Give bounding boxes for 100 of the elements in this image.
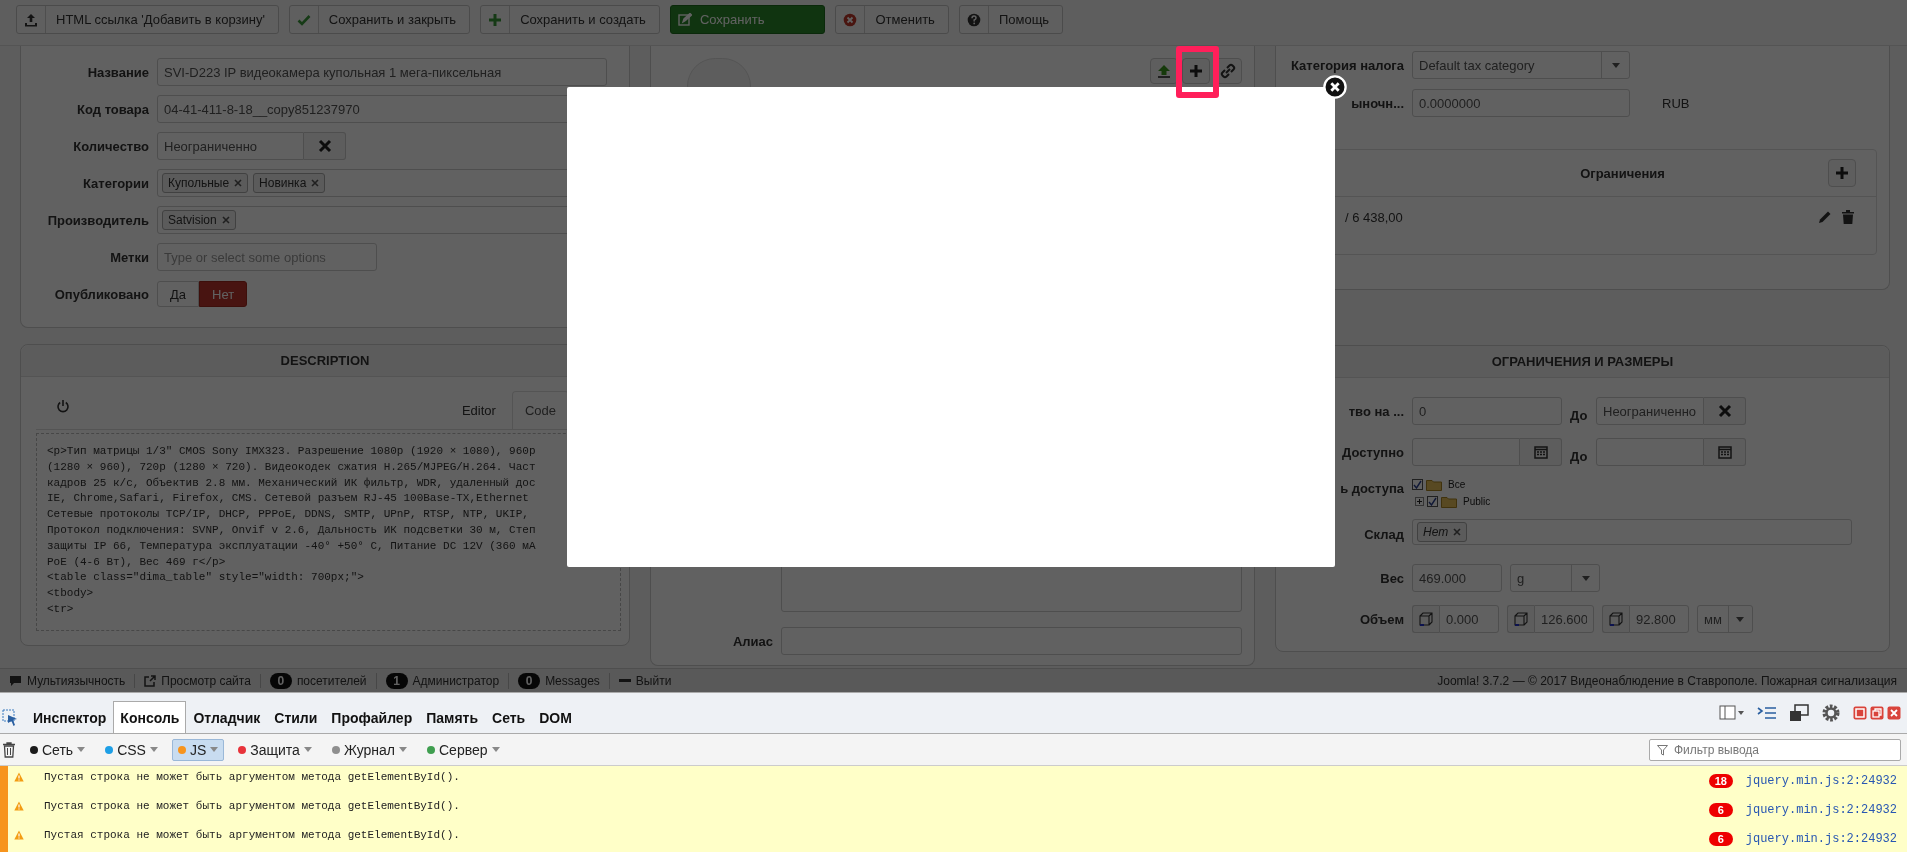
- quantity-field[interactable]: Неограниченно: [157, 132, 304, 160]
- devtools-tab[interactable]: Память: [419, 701, 486, 733]
- toolbar-button[interactable]: HTML ссылка 'Добавить в корзину': [16, 5, 279, 34]
- caret-icon: [491, 747, 500, 752]
- field-label: До: [1570, 407, 1588, 423]
- close-icon[interactable]: [1323, 75, 1347, 99]
- caret-icon: [303, 747, 312, 752]
- filter-button[interactable]: JS: [171, 738, 225, 761]
- editor-tab[interactable]: Editor: [445, 391, 512, 429]
- message-text: Пустая строка не может быть аргументом метода getElementById().: [44, 799, 461, 812]
- close-icon: [317, 139, 332, 153]
- field-label: Производитель: [46, 212, 149, 228]
- count-badge: 6: [1708, 832, 1733, 846]
- filter-button[interactable]: Сеть: [24, 738, 92, 761]
- toolbar-button[interactable]: Отменить: [835, 5, 949, 34]
- devtools-tab[interactable]: Консоль: [113, 701, 187, 733]
- field-label: Количество: [72, 138, 149, 154]
- table-cell-text: / 6 438,00: [1345, 209, 1404, 225]
- quantity-limit-field[interactable]: Неограниченно: [1596, 397, 1704, 425]
- field-label: Метки: [109, 249, 149, 265]
- weight-field[interactable]: 469.000: [1412, 564, 1502, 592]
- tags-field[interactable]: Нет: [1412, 519, 1852, 545]
- expand-icon[interactable]: [1415, 497, 1424, 506]
- text-field[interactable]: SVI-D223 IP видеокамера купольная 1 мега-пиксельная: [157, 58, 607, 86]
- devtools-tab[interactable]: DOM: [532, 701, 579, 733]
- split-console-icon[interactable]: [1757, 705, 1777, 721]
- status-link[interactable]: 1 Администратор: [376, 673, 510, 689]
- price-field[interactable]: 0.0000000: [1412, 89, 1630, 117]
- devtools-tab[interactable]: Отладчик: [186, 701, 268, 733]
- filter-button[interactable]: Защита: [232, 738, 318, 761]
- filter-button[interactable]: CSS: [99, 738, 164, 761]
- caret-icon: [210, 747, 219, 752]
- status-link[interactable]: 0 посетителей: [260, 673, 377, 689]
- unit-select[interactable]: g: [1510, 564, 1600, 592]
- calendar-button[interactable]: [1704, 438, 1746, 466]
- plus-icon: [1189, 64, 1203, 78]
- status-link[interactable]: Просмотр сайта: [135, 674, 261, 688]
- filter-field[interactable]: Фильтр вывода: [1649, 738, 1901, 761]
- toggle-option[interactable]: Да: [157, 281, 200, 307]
- pick-element-icon[interactable]: [2, 709, 18, 727]
- trash-icon[interactable]: [2, 741, 16, 758]
- tree-item-label: Public: [1463, 496, 1491, 507]
- source-link[interactable]: jquery.min.js:2:24932: [1745, 803, 1897, 817]
- checkbox[interactable]: [1412, 479, 1423, 490]
- pencil-icon[interactable]: [1818, 210, 1832, 224]
- upload-button[interactable]: [1150, 58, 1178, 84]
- toolbar-button[interactable]: Помощь: [958, 5, 1064, 34]
- power-icon[interactable]: [56, 399, 70, 413]
- unit-select[interactable]: мм: [1697, 605, 1753, 633]
- tag-chip[interactable]: Купольные: [162, 173, 249, 193]
- folder-icon: [1426, 478, 1442, 491]
- field-label: До: [1570, 448, 1588, 464]
- caret-icon: [399, 747, 407, 752]
- clear-button[interactable]: [1704, 397, 1746, 425]
- logout-link[interactable]: Выйти: [609, 674, 681, 688]
- toolbar-button[interactable]: Сохранить и закрыть: [288, 5, 471, 34]
- devtools-tab[interactable]: Сеть: [485, 701, 533, 733]
- message-text: Пустая строка не может быть аргументом метода getElementById().: [44, 770, 461, 783]
- window-icon[interactable]: [1789, 704, 1809, 722]
- layout-icon[interactable]: [1719, 705, 1745, 721]
- status-link[interactable]: Мультиязычность: [0, 674, 136, 688]
- tag-chip[interactable]: Нет: [1417, 522, 1468, 542]
- count-badge: 6: [1708, 803, 1733, 817]
- devtools-tab[interactable]: Профайлер: [324, 701, 420, 733]
- source-link[interactable]: jquery.min.js:2:24932: [1745, 832, 1897, 846]
- field-label: тво на ...: [1347, 403, 1404, 419]
- minimize-icon[interactable]: [1853, 706, 1867, 720]
- filter-button[interactable]: Журнал: [325, 738, 413, 761]
- tax-category-select[interactable]: Default tax category: [1412, 51, 1630, 79]
- folder-icon: [1441, 495, 1457, 508]
- source-link[interactable]: jquery.min.js:2:24932: [1745, 774, 1897, 788]
- editor-tab[interactable]: Code: [511, 391, 569, 429]
- tree-item-label: Все: [1448, 479, 1466, 490]
- currency-label: RUB: [1662, 95, 1690, 111]
- calendar-button[interactable]: [1520, 438, 1562, 466]
- add-button[interactable]: [1828, 159, 1856, 187]
- tag-chip[interactable]: Новинка: [253, 173, 326, 193]
- filter-button[interactable]: Сервер: [421, 738, 506, 761]
- dimension-field[interactable]: 126.600: [1534, 605, 1594, 633]
- caret-icon: [1736, 616, 1745, 622]
- toolbar-button[interactable]: Сохранить и создать: [480, 5, 660, 34]
- dimension-field[interactable]: 0.000: [1439, 605, 1499, 633]
- add-button[interactable]: [1182, 58, 1210, 84]
- funnel-icon: [1657, 744, 1668, 756]
- status-link[interactable]: 0 Messages: [509, 673, 610, 689]
- checkbox[interactable]: [1427, 496, 1438, 507]
- toolbar-button[interactable]: Сохранить: [669, 5, 826, 34]
- settings-icon[interactable]: [1821, 703, 1841, 723]
- field-label: Склад: [1363, 526, 1404, 542]
- cube-icon: [1609, 612, 1623, 626]
- restore-icon[interactable]: [1870, 706, 1884, 720]
- tag-chip[interactable]: Satvision: [162, 210, 236, 230]
- upload-icon: [1156, 63, 1172, 79]
- field-label: Категории: [81, 175, 149, 191]
- devtools-tab[interactable]: Стили: [267, 701, 325, 733]
- dimension-field[interactable]: 92.800: [1629, 605, 1689, 633]
- quantity-field[interactable]: 0: [1412, 397, 1562, 425]
- devtools-tab[interactable]: Инспектор: [26, 701, 114, 733]
- toggle-option[interactable]: Нет: [199, 281, 248, 307]
- clear-button[interactable]: [304, 132, 346, 160]
